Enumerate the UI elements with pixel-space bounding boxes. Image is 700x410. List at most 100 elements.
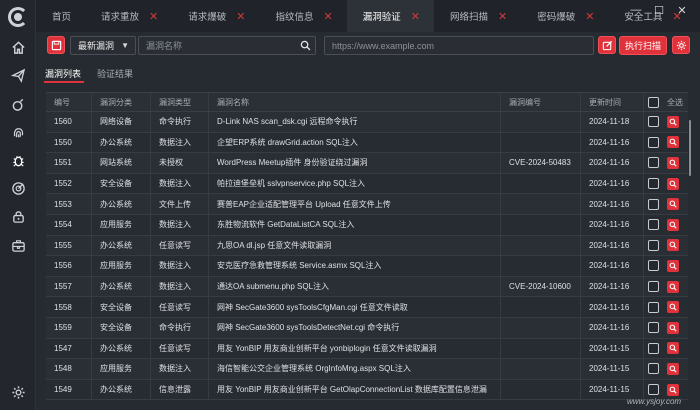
row-checkbox[interactable] <box>648 219 659 231</box>
search-icon[interactable] <box>300 40 311 53</box>
row-checkbox[interactable] <box>648 178 659 190</box>
row-search-button[interactable] <box>667 115 679 128</box>
select-all-label: 全选 <box>667 97 683 107</box>
row-name: 九思OA dl.jsp 任意文件读取漏洞 <box>209 235 501 256</box>
table-row[interactable]: 1558 安全设备 任意读写 网神 SecGate3600 sysToolsCfgMa… <box>46 297 688 318</box>
row-search-button[interactable] <box>667 383 679 396</box>
row-date: 2024-11-15 <box>581 359 644 379</box>
home-icon[interactable] <box>9 38 27 56</box>
bug-icon[interactable] <box>9 151 27 169</box>
close-icon[interactable]: ✕ <box>149 10 158 23</box>
row-checkbox[interactable] <box>648 301 659 313</box>
row-category: 应用服务 <box>92 359 151 379</box>
close-icon[interactable]: ✕ <box>498 10 507 23</box>
row-search-button[interactable] <box>667 259 679 272</box>
header-id: 编号 <box>46 93 92 111</box>
row-actions <box>644 339 688 359</box>
window-close-icon[interactable]: ✕ <box>673 0 691 20</box>
tab-request-replay[interactable]: 请求重放 ✕ <box>85 0 172 32</box>
table-row[interactable]: 1547 办公系统 任意读写 用友 YonBIP 用友商业创新平台 yonbiplog… <box>46 338 688 360</box>
row-search-button[interactable] <box>667 156 679 169</box>
row-cve <box>501 379 581 400</box>
header-name: 漏洞名称 <box>209 93 501 111</box>
fingerprint-icon[interactable] <box>9 123 27 141</box>
table-row[interactable]: 1553 办公系统 文件上传 赛普EAP企业适配管理平台 Upload 任意文件上传 2… <box>46 194 688 215</box>
row-checkbox[interactable] <box>648 322 659 334</box>
tab-network-scan[interactable]: 网络扫描 ✕ <box>434 0 521 32</box>
row-checkbox[interactable] <box>648 136 659 148</box>
vuln-search-input[interactable] <box>139 37 315 54</box>
row-search-button[interactable] <box>667 136 679 149</box>
table-row[interactable]: 1560 网络设备 命令执行 D-Link NAS scan_dsk.cgi 远程命令… <box>46 112 688 133</box>
row-search-button[interactable] <box>667 218 679 231</box>
tab-request-bruteforce[interactable]: 请求爆破 ✕ <box>172 0 259 32</box>
execute-scan-button[interactable]: 执行扫描 <box>619 36 667 55</box>
close-icon[interactable]: ✕ <box>236 10 245 23</box>
row-checkbox[interactable] <box>648 384 659 396</box>
row-type: 数据注入 <box>151 132 209 153</box>
subtab-verify-results[interactable]: 验证结果 <box>97 67 133 80</box>
close-icon[interactable]: ✕ <box>324 10 333 23</box>
row-search-button[interactable] <box>667 321 679 334</box>
tab-home[interactable]: 首页 <box>36 0 85 32</box>
row-checkbox[interactable] <box>648 342 659 354</box>
tab-label: 请求重放 <box>101 12 140 23</box>
maximize-icon[interactable]: ☐ <box>650 0 668 20</box>
edit-button[interactable] <box>598 36 616 54</box>
select-all-checkbox[interactable] <box>648 96 659 108</box>
row-actions <box>644 359 688 379</box>
table-row[interactable]: 1551 网站系统 未授权 WordPress Meetup插件 身份验证绕过漏洞 CV… <box>46 153 688 174</box>
filter-select[interactable]: 最新漏洞 ▼ <box>70 36 136 55</box>
row-id: 1560 <box>46 112 92 132</box>
table-row[interactable]: 1556 应用服务 数据注入 安克医疗急救管理系统 Service.asmx SQL注… <box>46 256 688 277</box>
tab-vuln-verify[interactable]: 漏洞验证 ✕ <box>346 0 434 32</box>
header-category: 漏洞分类 <box>92 93 151 111</box>
row-checkbox[interactable] <box>648 281 659 293</box>
row-search-button[interactable] <box>667 362 679 375</box>
row-checkbox[interactable] <box>648 157 659 169</box>
send-icon[interactable] <box>9 66 27 84</box>
search-icon <box>669 344 677 352</box>
table-row[interactable]: 1559 安全设备 命令执行 网神 SecGate3600 sysToolsDetec… <box>46 317 688 339</box>
header-date: 更新时间 <box>581 93 644 111</box>
table-row[interactable]: 1548 应用服务 数据注入 海信智能公交企业管理系统 OrgInfoMng.aspx… <box>46 359 688 380</box>
watermark: www.ysjoy.com <box>627 397 682 406</box>
row-search-button[interactable] <box>667 177 679 190</box>
row-search-button[interactable] <box>667 280 679 293</box>
row-checkbox[interactable] <box>648 260 659 272</box>
radar-icon[interactable] <box>9 179 27 197</box>
table-row[interactable]: 1557 办公系统 数据注入 通达OA submenu.php SQL注入 CVE-20… <box>46 276 688 298</box>
row-search-button[interactable] <box>667 342 679 355</box>
scan-settings-button[interactable] <box>672 36 690 54</box>
bomb-icon[interactable] <box>9 95 27 113</box>
close-icon[interactable]: ✕ <box>585 10 594 23</box>
row-search-button[interactable] <box>667 198 679 211</box>
row-checkbox[interactable] <box>648 198 659 210</box>
table-row[interactable]: 1552 安全设备 数据注入 帕拉迪堡垒机 sslvpnservice.php SQL… <box>46 173 688 195</box>
table-row[interactable]: 1554 应用服务 数据注入 东胜物流软件 GetDataListCA SQL注入 20… <box>46 214 688 236</box>
left-rail <box>0 0 36 410</box>
tab-fingerprint[interactable]: 指纹信息 ✕ <box>259 0 346 32</box>
settings-icon[interactable] <box>9 383 27 401</box>
row-checkbox[interactable] <box>648 239 659 251</box>
tab-bar: 首页 请求重放 ✕ 请求爆破 ✕ 指纹信息 ✕ 漏洞验证 ✕ 网络扫描 ✕ 密码爆破 ✕ 安… <box>36 0 700 32</box>
table-row[interactable]: 1549 办公系统 信息泄露 用友 YonBIP 用友商业创新平台 GetOlapCo… <box>46 379 688 401</box>
table-row[interactable]: 1555 办公系统 任意读写 九思OA dl.jsp 任意文件读取漏洞 2024-11-… <box>46 235 688 257</box>
table-scrollbar[interactable] <box>689 120 691 176</box>
row-id: 1547 <box>46 338 92 359</box>
row-type: 任意读写 <box>151 235 209 256</box>
close-icon[interactable]: ✕ <box>411 10 420 23</box>
row-search-button[interactable] <box>667 301 679 314</box>
row-checkbox[interactable] <box>648 363 659 375</box>
tab-password-bruteforce[interactable]: 密码爆破 ✕ <box>521 0 608 32</box>
lock-icon[interactable] <box>9 207 27 225</box>
target-url-input[interactable] <box>325 37 593 54</box>
toolbox-icon[interactable] <box>9 236 27 254</box>
row-search-button[interactable] <box>667 239 679 252</box>
row-id: 1551 <box>46 153 92 173</box>
table-row[interactable]: 1550 办公系统 数据注入 企望ERP系统 drawGrid.action SQL注… <box>46 132 688 154</box>
subtab-vuln-list[interactable]: 漏洞列表 <box>45 67 81 80</box>
minimize-icon[interactable]: — <box>627 0 645 20</box>
save-button[interactable] <box>47 36 65 54</box>
row-checkbox[interactable] <box>648 116 659 128</box>
